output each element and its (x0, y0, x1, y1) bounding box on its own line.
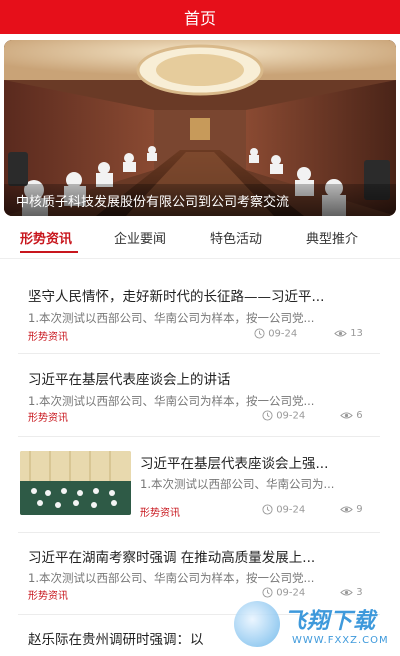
list-divider (18, 436, 380, 437)
news-date: 09-24 (262, 504, 305, 516)
news-item[interactable]: 习近平在基层代表座谈会上的讲话 1.本次测试以西部公司、华南公司为样本，按一公司… (0, 357, 400, 435)
news-tag: 形势资讯 (28, 413, 68, 424)
news-title: 习近平在基层代表座谈会上的讲话 (28, 372, 231, 388)
news-title: 习近平在基层代表座谈会上强... (140, 456, 329, 472)
news-summary: 1.本次测试以西部公司、华南公司为样本，按一公司党... (28, 394, 315, 408)
eye-icon (334, 329, 347, 337)
active-tab-indicator (20, 251, 78, 253)
news-views: 6 (340, 410, 363, 421)
news-summary: 1.本次测试以西部公司、华南公司为... (140, 477, 335, 491)
news-views-count: 6 (356, 410, 363, 421)
clock-icon (254, 328, 265, 339)
eye-icon (340, 411, 353, 419)
news-date: 09-24 (262, 410, 305, 422)
news-thumbnail (20, 451, 131, 515)
news-tag: 形势资讯 (28, 591, 68, 602)
page-title: 首页 (183, 9, 216, 28)
news-date-text: 09-24 (268, 328, 298, 340)
tab-situation-news[interactable]: 形势资讯 (20, 228, 72, 247)
banner-carousel[interactable]: 中核质子科技发展股份有限公司到公司考察交流 (4, 40, 396, 216)
news-views: 13 (334, 328, 363, 339)
tab-featured-activities[interactable]: 特色活动 (210, 228, 262, 247)
category-tabs: 形势资讯 企业要闻 特色活动 典型推介 (0, 222, 400, 258)
site-watermark: 飞翔下载 WWW.FXXZ.COM (228, 597, 400, 656)
eye-icon (340, 505, 353, 513)
list-divider (18, 353, 380, 354)
news-item[interactable]: 坚守人民情怀，走好新时代的长征路——习近平... 1.本次测试以西部公司、华南公… (0, 276, 400, 354)
clock-icon (262, 410, 273, 421)
news-title: 习近平在湖南考察时强调 在推动高质量发展上... (28, 550, 316, 566)
news-views-count: 13 (350, 328, 363, 339)
news-title: 坚守人民情怀，走好新时代的长征路——习近平... (28, 289, 325, 305)
clock-icon (262, 504, 273, 515)
watermark-url: WWW.FXXZ.COM (292, 635, 389, 646)
news-tag: 形势资讯 (140, 508, 180, 519)
banner-caption: 中核质子科技发展股份有限公司到公司考察交流 (16, 195, 290, 210)
news-views-count: 9 (356, 504, 363, 515)
watermark-brand: 飞翔下载 (284, 609, 377, 634)
news-date-text: 09-24 (276, 410, 306, 422)
news-date: 09-24 (254, 328, 297, 340)
tab-company-news[interactable]: 企业要闻 (114, 228, 166, 247)
news-date-text: 09-24 (276, 504, 306, 516)
news-tag: 形势资讯 (28, 332, 68, 343)
news-item[interactable]: 习近平在基层代表座谈会上强... 1.本次测试以西部公司、华南公司为... 形势… (0, 440, 400, 532)
banner-caption-bar: 中核质子科技发展股份有限公司到公司考察交流 (4, 184, 396, 216)
news-summary: 1.本次测试以西部公司、华南公司为样本，按一公司党... (28, 571, 315, 585)
news-views: 9 (340, 504, 363, 515)
top-app-bar: 首页 (0, 0, 400, 34)
watermark-logo-icon (234, 601, 280, 647)
tabs-divider (0, 258, 400, 259)
tab-typical-promotion[interactable]: 典型推介 (306, 228, 358, 247)
news-summary: 1.本次测试以西部公司、华南公司为样本，按一公司党... (28, 311, 315, 325)
eye-icon (340, 588, 353, 596)
list-divider (18, 532, 380, 533)
